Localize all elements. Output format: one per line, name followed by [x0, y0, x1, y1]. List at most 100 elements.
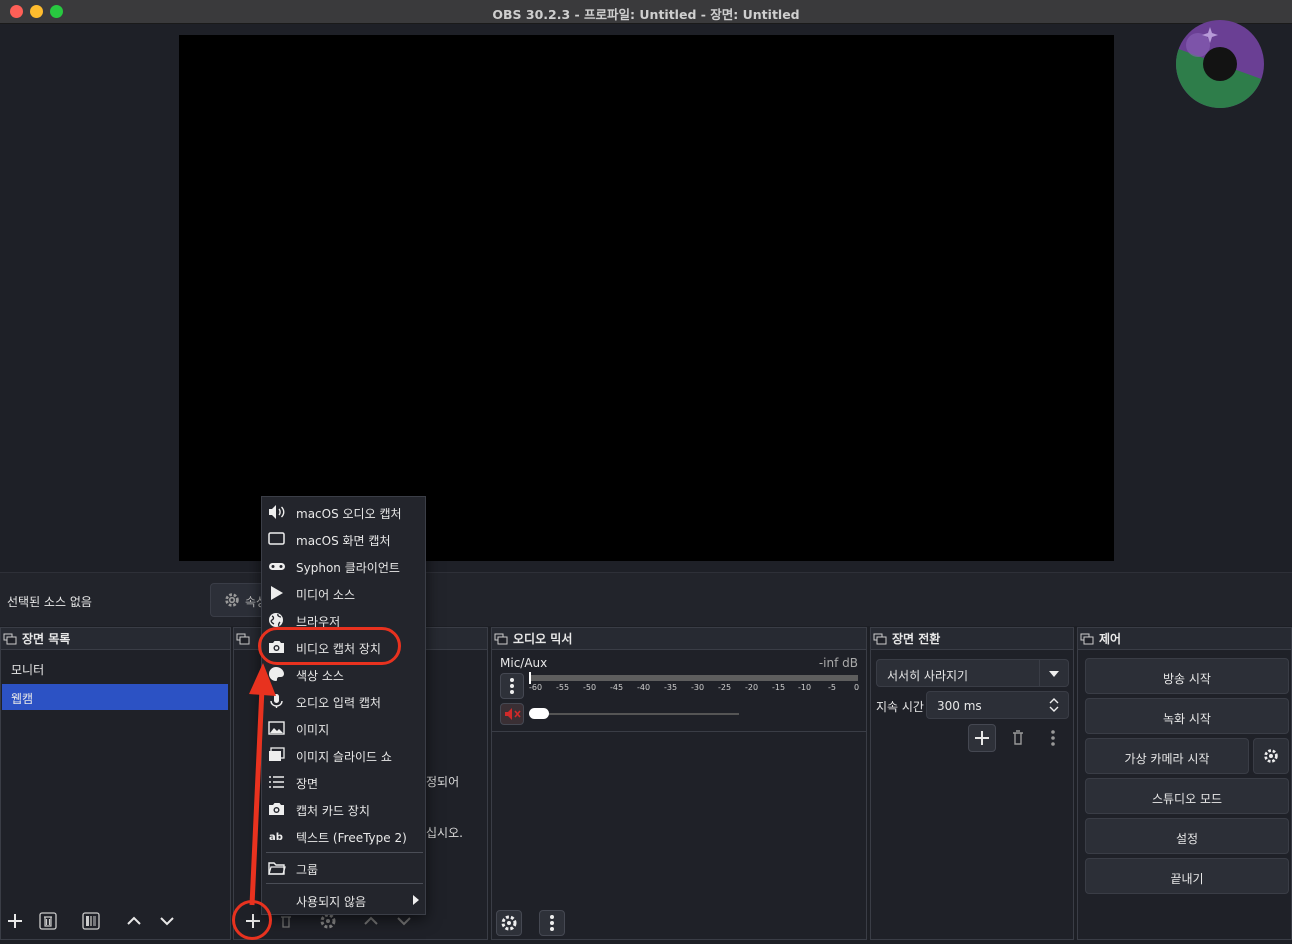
scene-item-monitor[interactable]: 모니터	[2, 655, 228, 681]
add-source-menu: macOS 오디오 캡처 macOS 화면 캡처 Syphon 클라이언트 미디…	[261, 496, 426, 915]
studio-mode-button[interactable]: 스튜디오 모드	[1085, 778, 1289, 814]
menu-item-image[interactable]: 이미지	[262, 716, 427, 740]
menu-item-text-freetype2[interactable]: ab 텍스트 (FreeType 2)	[262, 824, 427, 848]
menu-item-group[interactable]: 그룹	[262, 856, 427, 880]
meter-tick: -50	[583, 683, 597, 692]
menu-item-color-source[interactable]: 색상 소스	[262, 662, 427, 686]
start-stream-button[interactable]: 방송 시작	[1085, 658, 1289, 694]
annotation-arrow-icon	[249, 663, 276, 906]
transition-select-value: 서서히 사라지기	[887, 669, 969, 683]
spin-arrows-icon[interactable]	[1048, 696, 1060, 714]
chevron-up-icon	[127, 916, 141, 925]
plus-icon	[975, 731, 989, 745]
menu-item-image-slideshow[interactable]: 이미지 슬라이드 쇼	[262, 743, 427, 767]
scene-move-up-button[interactable]	[121, 908, 147, 934]
transitions-dock: 장면 전환 서서히 사라지기 지속 시간 300 ms	[870, 627, 1074, 940]
transitions-dock-header: 장면 전환	[871, 628, 1073, 650]
kebab-menu-icon	[1051, 730, 1055, 746]
start-record-button[interactable]: 녹화 시작	[1085, 698, 1289, 734]
transition-select[interactable]: 서서히 사라지기	[876, 659, 1069, 687]
menu-item-capture-card-device[interactable]: 캡처 카드 장치	[262, 797, 427, 821]
duration-label: 지속 시간	[876, 700, 924, 714]
meter-tick: -10	[798, 683, 812, 692]
dock-float-icon[interactable]	[3, 633, 17, 645]
meter-tick: -40	[637, 683, 651, 692]
kebab-menu-icon	[550, 915, 554, 931]
transition-menu-button[interactable]	[1039, 724, 1067, 752]
menu-item-macos-audio-capture[interactable]: macOS 오디오 캡처	[262, 500, 427, 524]
meter-tick: -15	[772, 683, 786, 692]
meter-scale: -60 -55 -50 -45 -40 -35 -30 -25 -20 -15 …	[492, 651, 868, 732]
menu-item-label: 오디오 입력 캡처	[296, 696, 381, 710]
menu-item-media-source[interactable]: 미디어 소스	[262, 581, 427, 605]
duration-spinbox[interactable]: 300 ms	[926, 691, 1069, 719]
remove-transition-button[interactable]	[1004, 724, 1032, 752]
mute-button[interactable]	[500, 703, 524, 725]
sources-hint-text-1: 정되어	[426, 775, 460, 789]
virtual-camera-button[interactable]: 가상 카메라 시작	[1085, 738, 1249, 774]
scene-item-webcam[interactable]: 웹캠	[2, 684, 228, 710]
dock-float-icon[interactable]	[873, 633, 887, 645]
controls-dock: 제어 방송 시작 녹화 시작 가상 카메라 시작 스튜디오 모드 설정 끝내기	[1077, 627, 1292, 940]
scene-item-label: 웹캠	[11, 692, 34, 706]
add-scene-button[interactable]	[2, 908, 28, 934]
menu-item-label: 색상 소스	[296, 669, 344, 683]
settings-button[interactable]: 설정	[1085, 818, 1289, 854]
highlight-ring-add-source	[232, 900, 272, 940]
globe-icon	[269, 613, 283, 627]
menu-item-label: 장면	[296, 777, 319, 791]
mixer-dock-title: 오디오 믹서	[513, 632, 573, 646]
volume-slider-track[interactable]	[529, 713, 739, 715]
filter-icon	[82, 912, 100, 930]
trash-icon	[1013, 730, 1023, 745]
menu-item-audio-input-capture[interactable]: 오디오 입력 캡처	[262, 689, 427, 713]
menu-item-deprecated[interactable]: 사용되지 않음	[262, 888, 427, 912]
preview-canvas[interactable]	[179, 35, 1114, 561]
remove-scene-button[interactable]	[35, 908, 61, 934]
menu-item-label: 사용되지 않음	[296, 895, 367, 909]
source-bar: 선택된 소스 없음 속성	[0, 572, 1292, 626]
menu-item-label: macOS 오디오 캡처	[296, 507, 402, 521]
volume-slider-handle[interactable]	[529, 708, 549, 719]
no-source-label: 선택된 소스 없음	[7, 595, 92, 609]
controls-dock-header: 제어	[1078, 628, 1291, 650]
menu-item-label: macOS 화면 캡처	[296, 534, 391, 548]
scenes-dock-title: 장면 목록	[22, 632, 71, 646]
gear-icon	[1264, 749, 1278, 763]
window-title: OBS 30.2.3 - 프로파일: Untitled - 장면: Untitl…	[492, 7, 800, 22]
meter-tick: -5	[828, 683, 836, 692]
menu-item-label: 이미지	[296, 723, 330, 737]
add-transition-button[interactable]	[968, 724, 996, 752]
dock-float-icon[interactable]	[236, 633, 250, 645]
mixer-track: Mic/Aux -inf dB -60 -55 -50 -45 -40 -35 …	[492, 651, 866, 732]
menu-item-syphon-client[interactable]: Syphon 클라이언트	[262, 554, 427, 578]
menu-item-label: 이미지 슬라이드 쇼	[296, 750, 392, 764]
mixer-settings-button[interactable]	[496, 910, 522, 936]
duration-value: 300 ms	[937, 699, 982, 713]
virtual-camera-settings-button[interactable]	[1253, 738, 1289, 774]
mixer-menu-button[interactable]	[539, 910, 565, 936]
monitor-icon	[268, 532, 285, 545]
menu-item-macos-screen-capture[interactable]: macOS 화면 캡처	[262, 527, 427, 551]
meter-tick: -20	[745, 683, 759, 692]
dock-float-icon[interactable]	[494, 633, 508, 645]
scenes-dock-header: 장면 목록	[1, 628, 230, 650]
menu-item-label: 텍스트 (FreeType 2)	[296, 831, 407, 845]
app-logo-icon	[1176, 20, 1264, 108]
meter-tick: -35	[664, 683, 678, 692]
dock-float-icon[interactable]	[1080, 633, 1094, 645]
menu-item-label: Syphon 클라이언트	[296, 561, 400, 575]
chevron-right-icon	[413, 895, 419, 905]
sources-hint-text-2: 십시오.	[426, 826, 463, 840]
menu-item-scene[interactable]: 장면	[262, 770, 427, 794]
exit-button[interactable]: 끝내기	[1085, 858, 1289, 894]
plus-icon	[8, 914, 22, 928]
menu-item-label: 미디어 소스	[296, 588, 356, 602]
scenes-dock: 장면 목록 모니터 웹캠	[0, 627, 231, 940]
scene-filter-button[interactable]	[78, 908, 104, 934]
play-icon	[271, 586, 283, 600]
menu-separator	[266, 883, 423, 884]
menu-item-label: 캡처 카드 장치	[296, 804, 370, 818]
title-bar: OBS 30.2.3 - 프로파일: Untitled - 장면: Untitl…	[0, 0, 1292, 24]
scene-move-down-button[interactable]	[154, 908, 180, 934]
